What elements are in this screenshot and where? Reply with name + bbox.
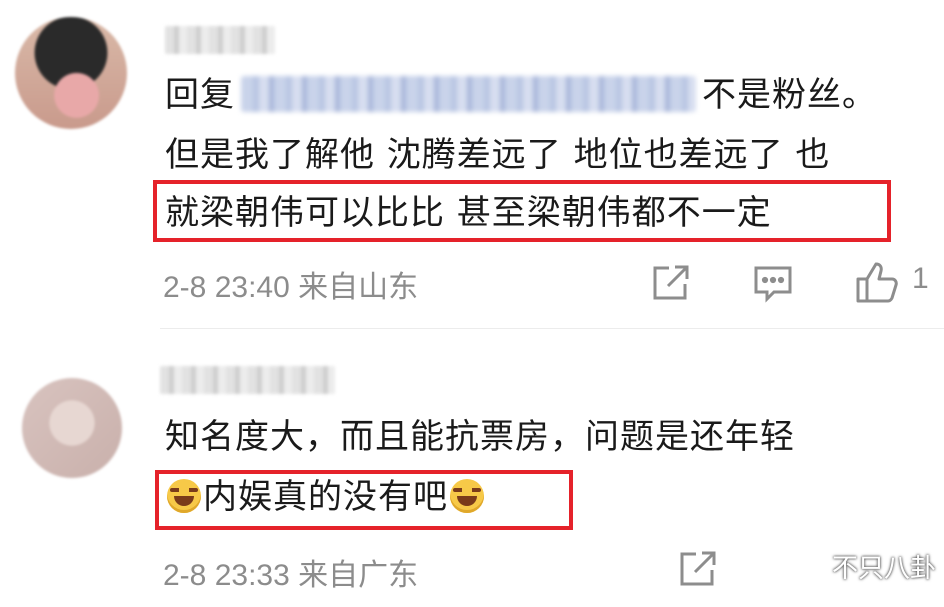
comment-text: 知名度大，而且能抗票房，问题是还年轻	[165, 417, 795, 457]
comment-text: 不是粉丝。	[702, 75, 877, 115]
avatar[interactable]	[22, 378, 122, 478]
location: 来自广东	[298, 559, 419, 592]
reply-prefix: 回复	[165, 75, 235, 115]
comment-item: 回复 不是粉丝。 但是我了解他 沈腾差远了 地位也差远了 也 就梁朝伟可以比比 甚…	[0, 0, 944, 330]
location: 来自山东	[298, 271, 419, 304]
username-blurred[interactable]	[160, 366, 335, 394]
timestamp: 2-8 23:40	[163, 271, 290, 304]
reply-target-blurred[interactable]	[241, 75, 696, 112]
comment-text: 但是我了解他 沈腾差远了 地位也差远了 也	[165, 135, 831, 175]
comment-line: 回复 不是粉丝。	[165, 70, 877, 120]
watermark: 不只八卦	[792, 548, 936, 585]
like-count: 1	[912, 262, 929, 295]
username-blurred[interactable]	[165, 26, 275, 54]
wechat-icon	[792, 554, 825, 579]
highlight-box	[155, 470, 573, 530]
like-icon[interactable]	[854, 260, 900, 304]
comment-meta: 2-8 23:33 来自广东	[163, 550, 418, 594]
timestamp: 2-8 23:33	[163, 559, 290, 592]
comment-icon[interactable]	[752, 263, 794, 303]
highlight-box	[153, 180, 891, 242]
watermark-text: 不只八卦	[831, 554, 936, 584]
share-icon[interactable]	[650, 263, 692, 303]
divider	[160, 328, 944, 329]
share-icon[interactable]	[677, 549, 719, 589]
avatar[interactable]	[15, 17, 127, 129]
comment-meta: 2-8 23:40 来自山东	[163, 262, 418, 306]
